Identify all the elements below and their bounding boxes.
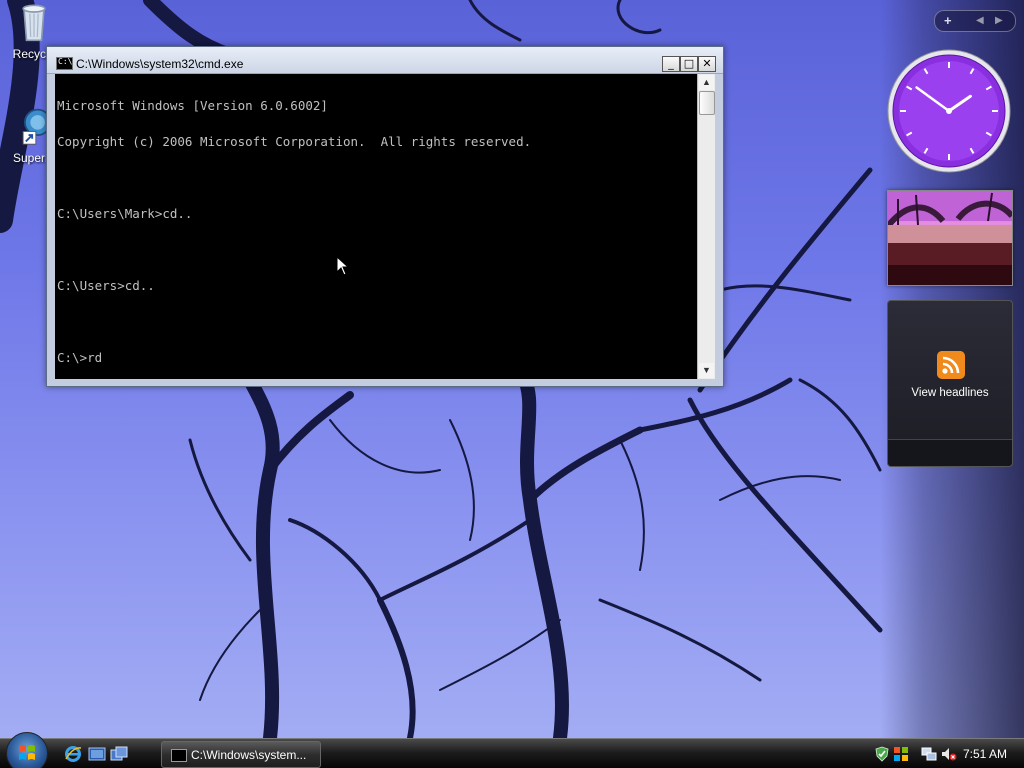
switch-windows-icon[interactable] xyxy=(110,745,128,763)
cmd-icon xyxy=(171,749,187,762)
clock-gadget[interactable] xyxy=(886,48,1012,174)
scroll-down-arrow-icon[interactable]: ▼ xyxy=(699,363,714,378)
minimize-button[interactable]: _ xyxy=(662,56,680,72)
show-desktop-icon[interactable] xyxy=(88,745,106,763)
taskbar-button-cmd[interactable]: C:\Windows\system... xyxy=(161,741,321,768)
view-headlines-link[interactable]: View headlines xyxy=(888,387,1012,399)
close-button[interactable]: ✕ xyxy=(698,56,716,72)
windows-flag-tray-icon[interactable] xyxy=(893,746,909,762)
slideshow-landscape-image xyxy=(888,191,1012,285)
cmd-icon-text: C:\ xyxy=(58,57,73,66)
security-center-icon[interactable] xyxy=(874,746,890,762)
sidebar-controls: + ◀ ▶ xyxy=(934,10,1016,32)
next-page-button[interactable]: ▶ xyxy=(995,12,1003,30)
console-line: C:\Users>cd.. xyxy=(57,278,155,293)
console-prompt-line[interactable]: C:\>rd xyxy=(57,351,699,364)
windows-logo-icon xyxy=(19,745,35,760)
rss-feed-icon[interactable] xyxy=(937,351,965,379)
cmd-icon[interactable]: C:\ xyxy=(56,57,73,70)
internet-explorer-icon[interactable] xyxy=(64,745,82,763)
windows-start-orb-icon[interactable] xyxy=(6,732,48,768)
taskbar: C:\Windows\system... 7:51 AM xyxy=(0,732,1024,768)
scroll-up-arrow-icon[interactable]: ▲ xyxy=(699,75,714,90)
cmd-window[interactable]: C:\ C:\Windows\system32\cmd.exe _ □ ✕ Mi… xyxy=(46,46,724,387)
mouse-cursor-icon xyxy=(336,256,350,276)
taskbar-button-label: C:\Windows\system... xyxy=(191,748,307,762)
feed-headlines-gadget[interactable]: View headlines xyxy=(887,300,1013,467)
console-line: Copyright (c) 2006 Microsoft Corporation… xyxy=(57,134,532,149)
console-line: C:\Users\Mark>cd.. xyxy=(57,206,193,221)
feed-gadget-footer xyxy=(888,439,1012,466)
volume-muted-icon[interactable] xyxy=(941,746,957,762)
maximize-button[interactable]: □ xyxy=(680,56,698,72)
add-gadget-button[interactable]: + xyxy=(944,12,952,30)
taskbar-clock[interactable]: 7:51 AM xyxy=(963,747,1007,761)
slideshow-gadget[interactable] xyxy=(887,190,1013,286)
vertical-scrollbar[interactable]: ▲ ▼ xyxy=(697,74,715,379)
recycle-bin-icon xyxy=(22,4,46,42)
desktop: Recycle Superm C:\ C:\Windows\system32\c… xyxy=(0,0,1024,768)
window-title: C:\Windows\system32\cmd.exe xyxy=(76,57,244,71)
console-output[interactable]: Microsoft Windows [Version 6.0.6002] Cop… xyxy=(55,74,699,379)
console-line: Microsoft Windows [Version 6.0.6002] xyxy=(57,98,328,113)
scrollbar-thumb[interactable] xyxy=(699,91,715,115)
cmd-titlebar[interactable]: C:\ C:\Windows\system32\cmd.exe _ □ ✕ xyxy=(47,47,723,74)
previous-page-button[interactable]: ◀ xyxy=(976,12,984,30)
network-icon[interactable] xyxy=(921,746,937,762)
